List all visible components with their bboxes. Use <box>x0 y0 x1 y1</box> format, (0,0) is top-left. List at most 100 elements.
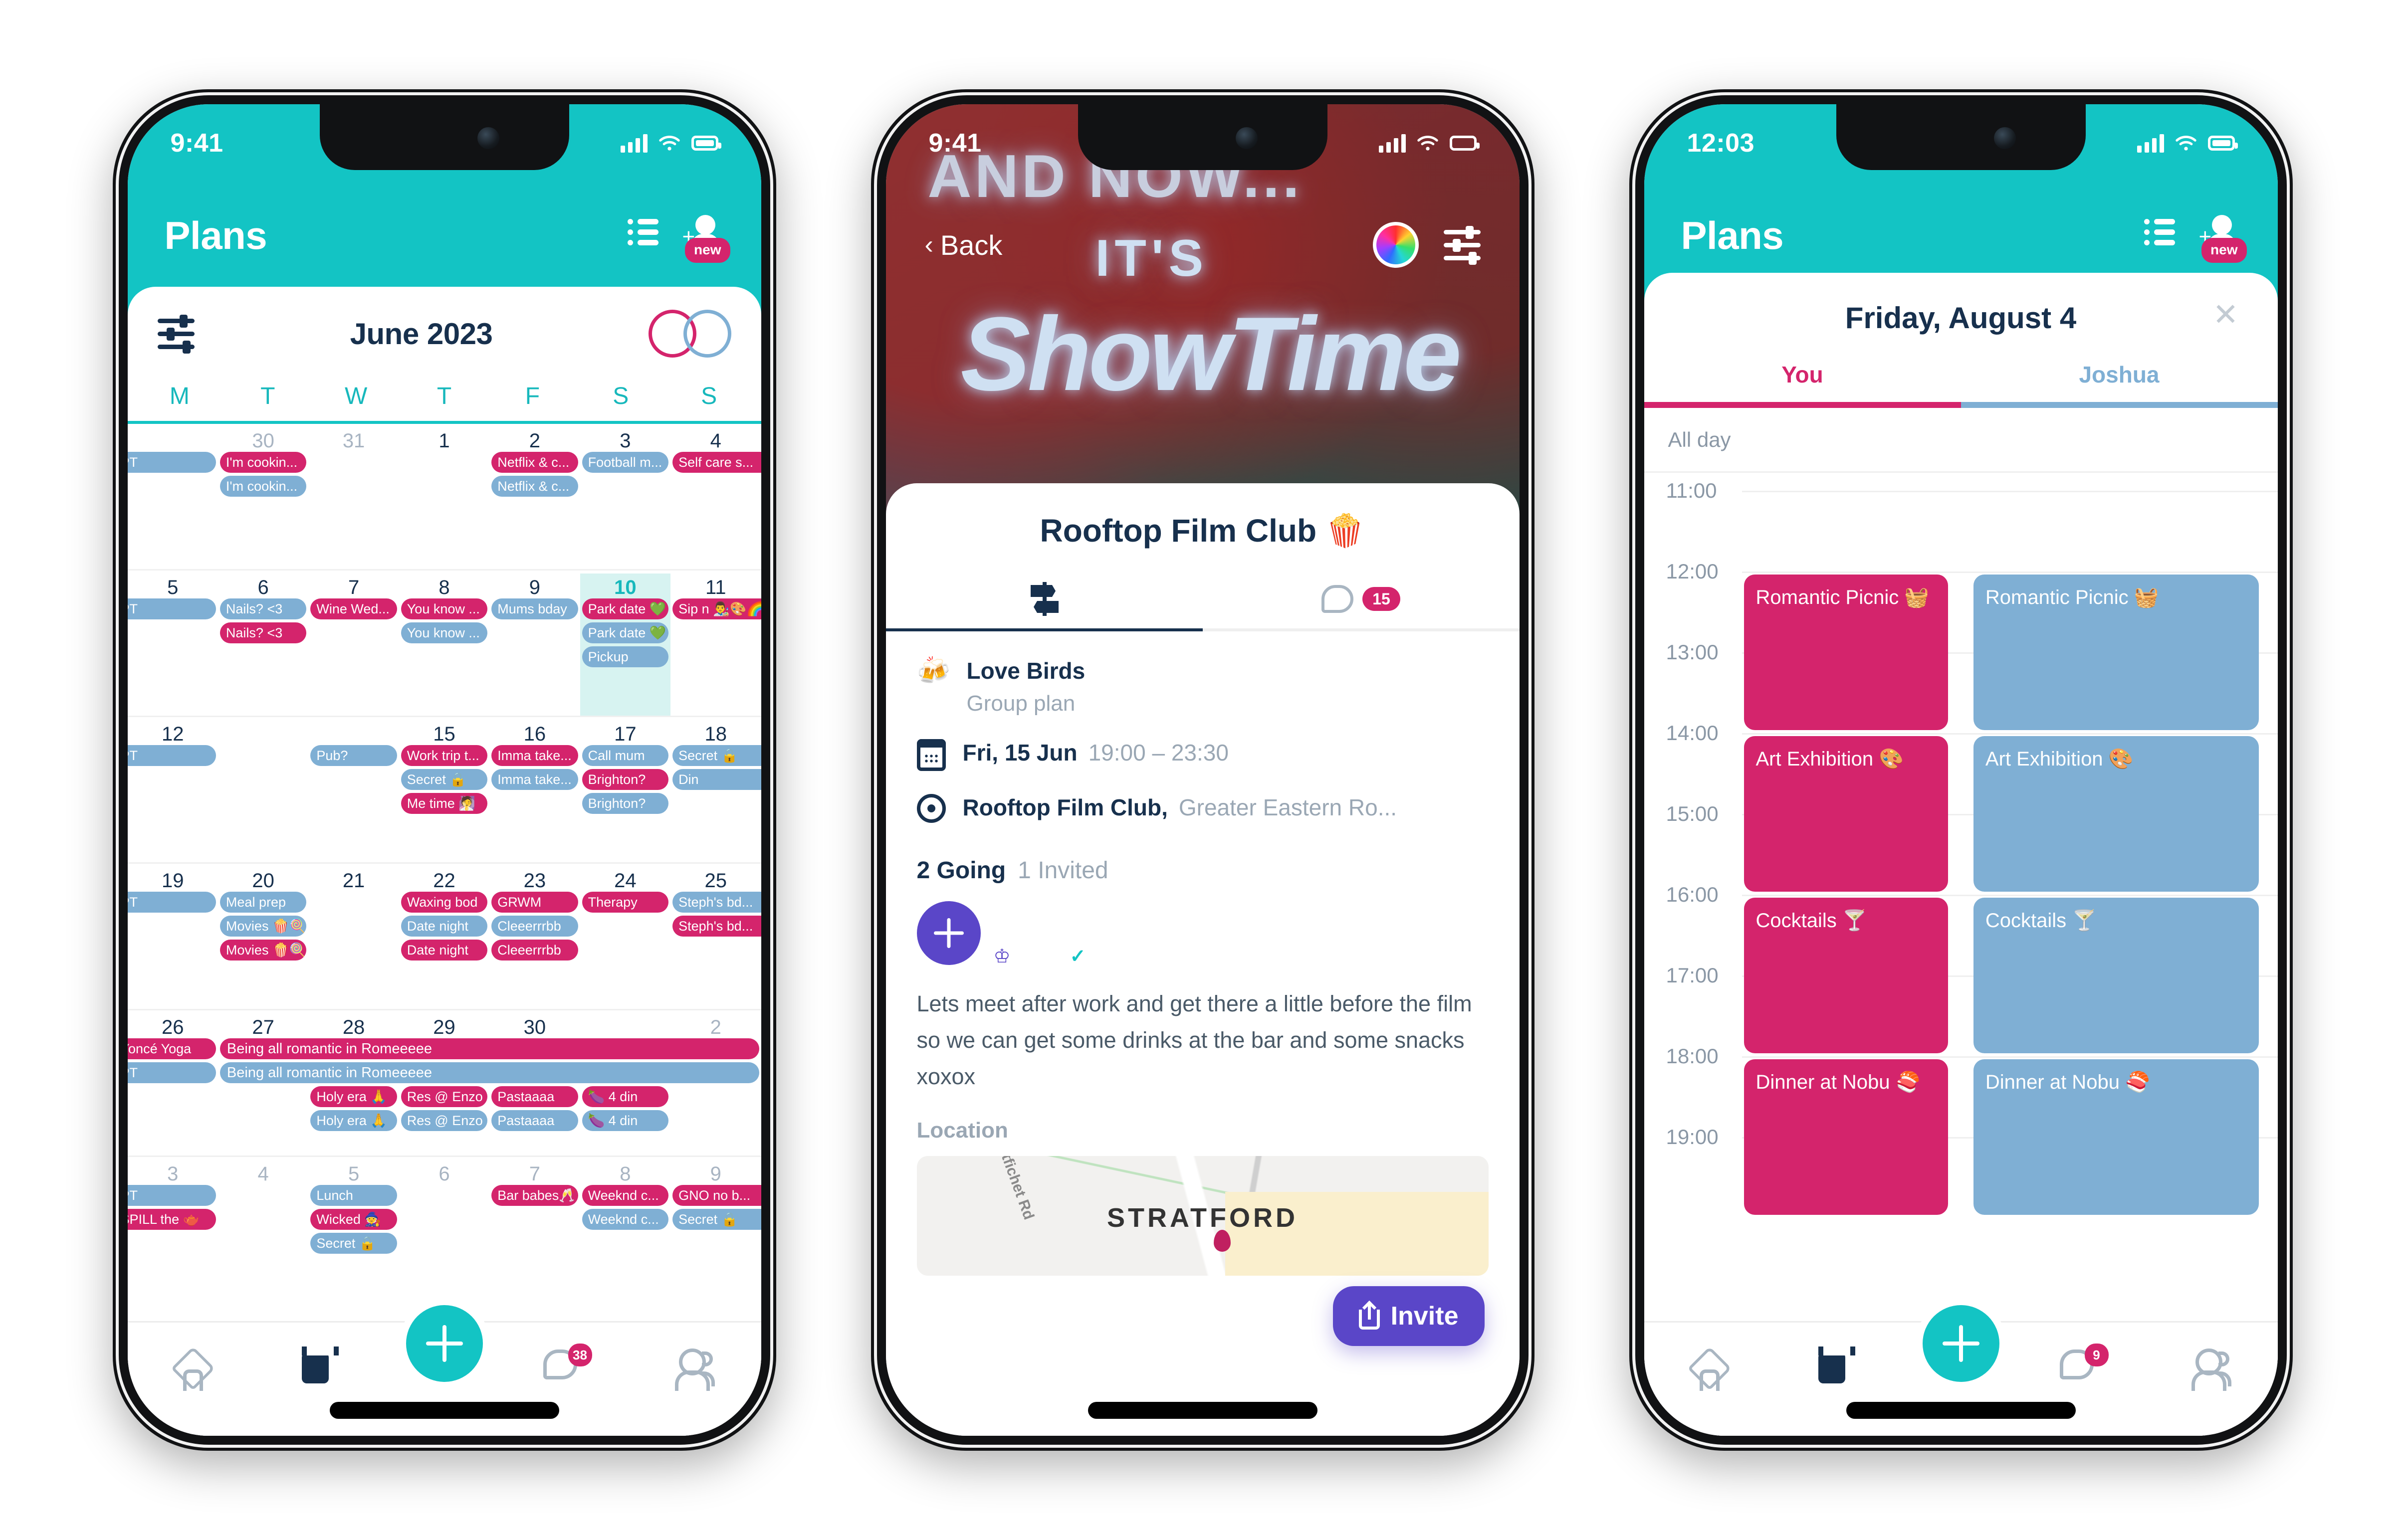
event-chip[interactable]: Steph's bd... <box>672 916 761 937</box>
day-cell[interactable]: 10 <box>580 574 671 716</box>
event-chip[interactable]: Imma take... <box>491 745 578 766</box>
day-cell[interactable]: 24 <box>580 867 670 1009</box>
timeline-event-joshua[interactable]: Dinner at Nobu 🍣 <box>1973 1059 2259 1215</box>
home-icon[interactable] <box>1680 1344 1735 1391</box>
event-chip[interactable]: Pub? <box>310 745 397 766</box>
event-chip[interactable]: Bar babes🥂 <box>491 1185 578 1206</box>
event-chip[interactable]: Secret 🔒 <box>672 1209 761 1230</box>
day-cell[interactable]: 31 <box>308 427 399 569</box>
filter-sliders-icon[interactable] <box>157 315 195 354</box>
event-chip[interactable]: Netflix & c... <box>491 476 578 497</box>
add-plan-fab[interactable] <box>1922 1305 1999 1382</box>
mini-map[interactable]: ntfichet Rd STRATFORD <box>916 1155 1489 1276</box>
tab-chat[interactable]: 15 <box>1203 570 1520 628</box>
day-cell[interactable]: 23 <box>489 867 580 1009</box>
event-chip[interactable]: Brighton? <box>582 769 669 790</box>
timeline-event-you[interactable]: Romantic Picnic 🧺 <box>1744 575 1949 730</box>
list-view-icon[interactable] <box>2144 219 2175 246</box>
day-cell[interactable]: 9 <box>489 574 580 716</box>
day-cell[interactable]: 8 <box>399 574 489 716</box>
event-chip[interactable]: Res @ Enzo <box>401 1086 488 1107</box>
event-chip[interactable]: SPILL the 🫖 <box>127 1209 216 1230</box>
event-chip[interactable]: Sip n 👨‍🎨🎨🌈 <box>672 598 761 619</box>
day-cell[interactable]: 18 <box>670 720 761 862</box>
day-cell[interactable]: 21 <box>308 867 399 1009</box>
event-chip[interactable]: Therapy <box>582 892 669 913</box>
event-chip[interactable]: Wicked 🧙 <box>310 1209 397 1230</box>
chat-icon[interactable]: 38 <box>540 1344 600 1391</box>
event-chip[interactable]: Weeknd c... <box>582 1185 669 1206</box>
event-chip[interactable]: Res @ Enzo <box>401 1110 488 1131</box>
event-chip[interactable]: Lunch <box>310 1185 397 1206</box>
day-cell[interactable] <box>308 720 399 862</box>
event-chip[interactable]: Pastaaaa <box>491 1110 578 1131</box>
day-cell[interactable]: 12 <box>128 720 218 862</box>
day-cell[interactable]: 8 <box>580 1160 670 1304</box>
event-chip[interactable]: Football m... <box>582 452 669 473</box>
tab-you[interactable]: You <box>1644 361 1961 402</box>
event-chip[interactable]: Date night <box>401 940 488 961</box>
event-chip[interactable]: Steph's bd... <box>672 892 761 913</box>
day-cell[interactable]: 3 <box>128 1160 218 1304</box>
day-cell[interactable]: 16 <box>489 720 580 862</box>
event-chip[interactable]: You know ... <box>401 598 488 619</box>
avatar[interactable] <box>683 310 731 358</box>
chat-icon[interactable]: 9 <box>2057 1344 2117 1391</box>
event-chip[interactable]: Nails? <3 <box>219 622 307 643</box>
event-chip[interactable]: Brighton? <box>582 793 669 814</box>
event-chip[interactable]: Movies 🍿🍭 <box>219 916 307 937</box>
day-cell[interactable]: 30 <box>489 1013 580 1155</box>
timeline-event-joshua[interactable]: Cocktails 🍸 <box>1973 898 2259 1053</box>
day-cell[interactable]: 30 <box>218 427 308 569</box>
avatar-group[interactable] <box>648 310 731 358</box>
event-chip[interactable]: Netflix & c... <box>491 452 578 473</box>
timeline-event-joshua[interactable]: Art Exhibition 🎨 <box>1973 736 2259 892</box>
event-chip[interactable]: PT <box>127 1185 216 1206</box>
day-cell[interactable]: 3 <box>580 427 670 569</box>
back-button[interactable]: ‹ Back <box>925 229 1003 261</box>
date-row[interactable]: Fri, 15 Jun 19:00 – 23:30 <box>916 739 1489 771</box>
group-row[interactable]: 🍻 Love Birds Group plan <box>917 657 1489 716</box>
add-user-icon[interactable]: + new <box>2199 215 2247 263</box>
home-icon[interactable] <box>163 1344 218 1391</box>
day-cell[interactable] <box>128 427 218 569</box>
avatar-host[interactable]: ♔ <box>987 901 1057 971</box>
event-chip[interactable]: Nails? <3 <box>219 598 307 619</box>
event-chip[interactable]: GRWM <box>491 892 578 913</box>
calendar-icon[interactable] <box>289 1344 344 1391</box>
event-chip[interactable]: Secret 🔒 <box>401 769 488 790</box>
people-icon[interactable] <box>2187 1344 2242 1391</box>
day-cell[interactable]: 29 <box>399 1013 489 1155</box>
event-chip[interactable]: 🍆 4 din <box>582 1086 669 1107</box>
event-chip[interactable]: Self care s... <box>672 452 761 473</box>
color-wheel-icon[interactable] <box>1372 222 1419 268</box>
event-chip[interactable]: PT <box>127 745 216 766</box>
event-chip[interactable]: Cleeerrrbb <box>491 916 578 937</box>
day-cell[interactable]: 25 <box>670 867 761 1009</box>
day-cell[interactable]: 6 <box>218 574 308 716</box>
event-chip[interactable]: Work trip t... <box>401 745 488 766</box>
multi-day-event-chip[interactable]: Being all romantic in Romeeeee <box>219 1038 759 1059</box>
day-cell[interactable]: 6 <box>399 1160 489 1304</box>
calendar-icon[interactable] <box>1805 1344 1860 1391</box>
event-chip[interactable]: PT <box>127 598 216 619</box>
event-chip[interactable]: Mums bday <box>491 598 578 619</box>
event-chip[interactable]: PT <box>127 892 216 913</box>
day-cell[interactable]: 17 <box>580 720 670 862</box>
event-chip[interactable]: 🍆 4 din <box>582 1110 669 1131</box>
event-chip[interactable]: Date night <box>401 916 488 937</box>
tab-details[interactable] <box>886 570 1203 628</box>
day-cell[interactable]: 7 <box>308 574 399 716</box>
day-cell[interactable]: 22 <box>399 867 489 1009</box>
day-cell[interactable]: 27 <box>218 1013 308 1155</box>
event-chip[interactable]: Secret 🔒 <box>310 1233 397 1254</box>
day-cell[interactable]: 11 <box>670 574 761 716</box>
event-chip[interactable]: Meal prep <box>219 892 307 913</box>
event-chip[interactable]: Secret 🔒 <box>672 745 761 766</box>
event-chip[interactable]: Cleeerrrbb <box>491 940 578 961</box>
day-cell[interactable]: 9 <box>670 1160 761 1304</box>
event-chip[interactable]: Wine Wed... <box>310 598 397 619</box>
avatar-guest[interactable]: ✓ <box>1063 901 1132 971</box>
day-cell[interactable]: 20 <box>218 867 308 1009</box>
day-cell[interactable]: 26 <box>128 1013 218 1155</box>
